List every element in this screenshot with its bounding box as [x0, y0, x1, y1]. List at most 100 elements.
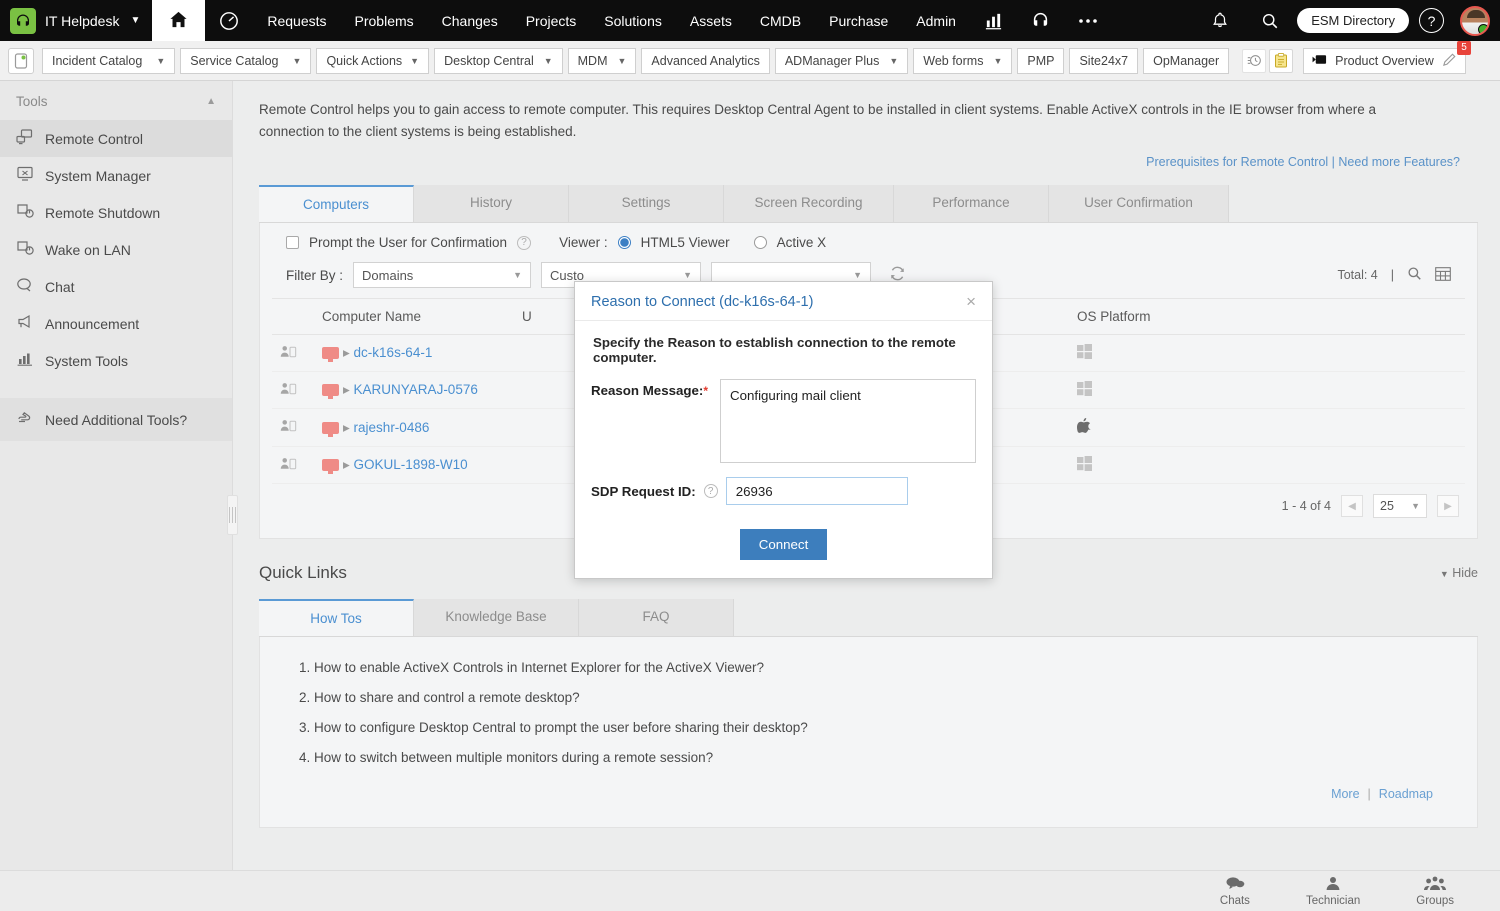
esm-directory-button[interactable]: ESM Directory [1297, 8, 1409, 33]
search-icon[interactable] [1247, 12, 1293, 30]
reports-bar-chart-icon[interactable] [970, 0, 1017, 41]
tab-screen-recording[interactable]: Screen Recording [724, 185, 894, 222]
sidebar-item-announcement[interactable]: Announcement [0, 305, 232, 342]
chats-icon [1225, 876, 1245, 894]
sidebar-header[interactable]: Tools ▲ [0, 81, 232, 120]
brand-selector[interactable]: IT Helpdesk ▼ [0, 0, 152, 41]
tab-settings[interactable]: Settings [569, 185, 724, 222]
list-item[interactable]: How to switch between multiple monitors … [314, 743, 1447, 773]
avatar[interactable] [1460, 6, 1490, 36]
nav-link-purchase[interactable]: Purchase [815, 0, 902, 41]
need-more-features-link[interactable]: Need more Features? [1338, 155, 1460, 169]
computer-name-link[interactable]: KARUNYARAJ-0576 [354, 382, 478, 397]
sidebar-item-need-additional-tools[interactable]: Need Additional Tools? [0, 398, 232, 441]
column-header-computer-name[interactable]: Computer Name [314, 299, 514, 335]
list-item[interactable]: How to configure Desktop Central to prom… [314, 713, 1447, 743]
nav-link-problems[interactable]: Problems [341, 0, 428, 41]
toolbar-button-admanager-plus[interactable]: ADManager Plus ▼ [775, 48, 908, 74]
nav-link-admin[interactable]: Admin [902, 0, 970, 41]
sdp-request-id-input[interactable] [726, 477, 908, 505]
chevron-up-icon[interactable]: ▲ [206, 96, 216, 107]
nav-link-assets[interactable]: Assets [676, 0, 746, 41]
toolbar-label: Site24x7 [1079, 54, 1128, 68]
top-nav-right-group: ESM Directory ? [1197, 0, 1500, 41]
support-headset-icon[interactable] [1017, 0, 1064, 41]
sidebar-item-remote-control[interactable]: Remote Control [0, 120, 232, 157]
pager-next-button[interactable]: ▶ [1437, 495, 1459, 517]
nav-link-solutions[interactable]: Solutions [590, 0, 676, 41]
nav-link-requests[interactable]: Requests [253, 0, 340, 41]
toolbar-button-advanced-analytics[interactable]: Advanced Analytics [641, 48, 769, 74]
radio-html5-viewer[interactable] [618, 236, 631, 249]
pager-page-size-select[interactable]: 25 ▼ [1373, 494, 1427, 518]
recent-items-clock-icon[interactable] [1242, 49, 1266, 73]
sdp-request-id-help-icon[interactable]: ? [704, 484, 718, 498]
list-item[interactable]: How to share and control a remote deskto… [314, 683, 1447, 713]
tasks-clipboard-icon[interactable] [1269, 49, 1293, 73]
close-icon[interactable]: × [966, 293, 976, 310]
prompt-user-help-icon[interactable]: ? [517, 236, 531, 250]
table-search-icon[interactable] [1407, 266, 1422, 284]
nav-link-projects[interactable]: Projects [512, 0, 591, 41]
roadmap-link[interactable]: Roadmap [1379, 787, 1433, 801]
home-tab[interactable] [152, 0, 205, 41]
more-link[interactable]: More [1331, 787, 1359, 801]
sidebar-item-remote-shutdown[interactable]: Remote Shutdown [0, 194, 232, 231]
more-options-icon[interactable] [1064, 0, 1112, 41]
filter-domains-select[interactable]: Domains ▼ [353, 262, 531, 288]
prompt-user-checkbox[interactable] [286, 236, 299, 249]
help-icon[interactable]: ? [1419, 8, 1444, 33]
radio-active-x[interactable] [754, 236, 767, 249]
prerequisites-link[interactable]: Prerequisites for Remote Control [1146, 155, 1328, 169]
toolbar-button-desktop-central[interactable]: Desktop Central ▼ [434, 48, 563, 74]
bottom-bar-item-groups[interactable]: Groups [1416, 876, 1454, 907]
dashboard-gauge-icon[interactable] [205, 0, 253, 41]
help-links: Prerequisites for Remote Control | Need … [259, 143, 1478, 169]
dialog-title: Reason to Connect (dc-k16s-64-1) [591, 294, 813, 310]
chat-icon [16, 277, 34, 296]
reason-message-textarea[interactable]: Configuring mail client [720, 379, 976, 463]
computer-name-link[interactable]: rajeshr-0486 [354, 420, 430, 435]
toolbar-button-quick-actions[interactable]: Quick Actions ▼ [316, 48, 429, 74]
connect-submit-button[interactable]: Connect [740, 529, 828, 560]
column-header-os-platform[interactable]: OS Platform [1069, 299, 1465, 335]
tab-how-tos[interactable]: How Tos [259, 599, 414, 636]
toolbar-button-pmp[interactable]: PMP [1017, 48, 1064, 74]
computer-name-link[interactable]: dc-k16s-64-1 [354, 345, 433, 360]
nav-link-changes[interactable]: Changes [428, 0, 512, 41]
toolbar-button-opmanager[interactable]: OpManager [1143, 48, 1229, 74]
quick-links-hide-toggle[interactable]: ▼ Hide [1440, 566, 1478, 580]
primary-nav-links: Requests Problems Changes Projects Solut… [253, 0, 970, 41]
tab-knowledge-base[interactable]: Knowledge Base [414, 599, 579, 636]
tab-computers[interactable]: Computers [259, 185, 414, 222]
row-os-platform-cell [1069, 409, 1465, 447]
computer-name-link[interactable]: GOKUL-1898-W10 [354, 457, 468, 472]
tab-faq[interactable]: FAQ [579, 599, 734, 636]
column-chooser-icon[interactable] [1435, 267, 1451, 284]
toolbar-button-service-catalog[interactable]: Service Catalog ▼ [180, 48, 311, 74]
toolbar-button-web-forms[interactable]: Web forms ▼ [913, 48, 1012, 74]
product-overview-badge: 5 [1457, 41, 1471, 55]
list-item[interactable]: How to enable ActiveX Controls in Intern… [314, 653, 1447, 683]
nav-link-cmdb[interactable]: CMDB [746, 0, 815, 41]
product-overview-button[interactable]: Product Overview 5 [1303, 48, 1466, 74]
bottom-bar-label: Technician [1306, 895, 1360, 907]
remote-shutdown-icon [16, 203, 34, 222]
sidebar-item-system-manager[interactable]: System Manager [0, 157, 232, 194]
toolbar-button-incident-catalog[interactable]: Incident Catalog ▼ [42, 48, 175, 74]
tab-history[interactable]: History [414, 185, 569, 222]
notifications-bell-icon[interactable] [1197, 11, 1243, 30]
quick-links-panel: How to enable ActiveX Controls in Intern… [259, 637, 1478, 828]
feedback-pen-icon[interactable] [1442, 52, 1457, 70]
sidebar-item-chat[interactable]: Chat [0, 268, 232, 305]
catalog-launcher-icon[interactable] [8, 48, 34, 74]
tab-performance[interactable]: Performance [894, 185, 1049, 222]
sidebar-item-wake-on-lan[interactable]: Wake on LAN [0, 231, 232, 268]
tab-user-confirmation[interactable]: User Confirmation [1049, 185, 1229, 222]
toolbar-button-site24x7[interactable]: Site24x7 [1069, 48, 1138, 74]
bottom-bar-item-technician[interactable]: Technician [1306, 876, 1360, 907]
toolbar-button-mdm[interactable]: MDM ▼ [568, 48, 637, 74]
bottom-bar-item-chats[interactable]: Chats [1220, 876, 1250, 907]
sidebar-item-system-tools[interactable]: System Tools [0, 342, 232, 379]
pager-prev-button[interactable]: ◀ [1341, 495, 1363, 517]
